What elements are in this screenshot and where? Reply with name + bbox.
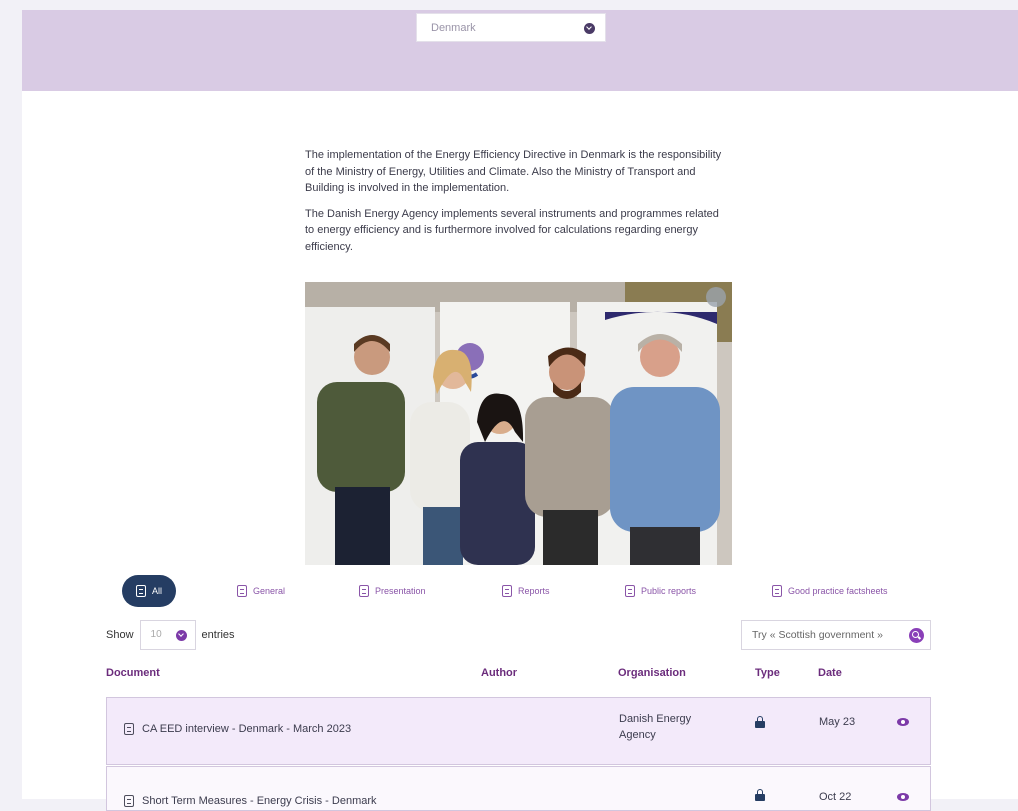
date-cell: Oct 22: [819, 791, 852, 803]
intro-paragraph-2: The Danish Energy Agency implements seve…: [305, 207, 719, 253]
filter-label: Good practice factsheets: [788, 586, 888, 596]
search-placeholder: Try « Scottish government »: [752, 629, 883, 641]
filter-presentation[interactable]: Presentation: [359, 575, 426, 607]
document-title: CA EED interview - Denmark - March 2023: [142, 723, 352, 735]
column-header-author[interactable]: Author: [481, 667, 517, 679]
filter-label: General: [253, 586, 286, 596]
date-cell: May 23: [819, 716, 856, 728]
document-icon: [772, 585, 782, 597]
filter-good-practice-factsheets[interactable]: Good practice factsheets: [772, 575, 888, 607]
entries-select[interactable]: 10: [139, 620, 196, 650]
table-row[interactable]: Short Term Measures - Energy Crisis - De…: [106, 766, 931, 811]
document-icon: [625, 585, 635, 597]
filter-label: Reports: [518, 586, 550, 596]
search-icon[interactable]: [909, 628, 924, 643]
group-photo: [305, 282, 732, 565]
filter-general[interactable]: General: [237, 575, 285, 607]
country-banner: Denmark: [22, 10, 1018, 91]
eye-icon[interactable]: [897, 718, 909, 726]
country-select[interactable]: Denmark: [416, 13, 606, 42]
document-icon: [359, 585, 369, 597]
page: Denmark The implementation of the Energy…: [22, 10, 1018, 811]
filter-public-reports[interactable]: Public reports: [625, 575, 696, 607]
filter-all[interactable]: All: [122, 575, 177, 607]
entries-label: entries: [201, 629, 235, 641]
entries-value: 10: [150, 629, 162, 640]
document-icon: [502, 585, 512, 597]
page-length-control: Show 10 entries: [106, 620, 235, 650]
filter-label: Public reports: [641, 586, 697, 596]
document-cell[interactable]: CA EED interview - Denmark - March 2023: [124, 721, 351, 737]
filter-reports[interactable]: Reports: [502, 575, 550, 607]
document-icon: [124, 723, 134, 735]
chevron-down-icon: [584, 23, 595, 34]
filter-label: Presentation: [375, 586, 426, 596]
document-type-filters: All General Presentation Reports Public …: [22, 575, 1018, 607]
document-cell[interactable]: Short Term Measures - Energy Crisis - De…: [124, 793, 377, 809]
lock-icon: [755, 716, 765, 728]
chevron-down-icon: [175, 630, 187, 641]
column-header-document[interactable]: Document: [106, 667, 160, 679]
document-icon: [136, 585, 146, 597]
intro-text: The implementation of the Energy Efficie…: [305, 147, 725, 264]
document-icon: [237, 585, 247, 597]
country-select-value: Denmark: [431, 22, 476, 34]
intro-paragraph-1: The implementation of the Energy Efficie…: [305, 149, 722, 194]
document-title: Short Term Measures - Energy Crisis - De…: [142, 795, 377, 807]
filter-label: All: [152, 586, 163, 596]
search-input[interactable]: Try « Scottish government »: [741, 620, 931, 650]
table-row[interactable]: CA EED interview - Denmark - March 2023 …: [106, 697, 931, 765]
column-header-date[interactable]: Date: [818, 667, 842, 679]
show-label: Show: [106, 629, 134, 641]
document-icon: [124, 795, 134, 807]
lock-icon: [755, 789, 765, 801]
column-header-type[interactable]: Type: [755, 667, 780, 679]
column-header-organisation[interactable]: Organisation: [618, 667, 686, 679]
eye-icon[interactable]: [897, 793, 909, 801]
organisation-cell: Danish Energy Agency: [619, 713, 692, 741]
